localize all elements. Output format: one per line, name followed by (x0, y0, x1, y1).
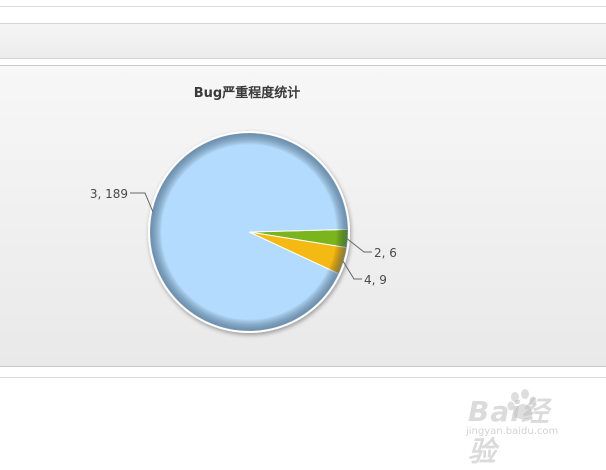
pie-rim-shade (150, 133, 348, 331)
watermark: Bai经验 jingyan.baidu.com (462, 388, 572, 468)
watermark-sub: jingyan.baidu.com (466, 426, 559, 437)
slice-label: 4, 9 (364, 273, 387, 287)
pie-chart: Bug严重程度统计 2, 6 4, 9 3, 189 (90, 85, 397, 333)
slice-label: 2, 6 (374, 246, 397, 260)
chart-title: Bug严重程度统计 (194, 85, 300, 101)
label-connector (130, 192, 154, 213)
slice-label: 3, 189 (90, 187, 128, 201)
label-connector (342, 260, 362, 280)
label-connector (346, 238, 372, 253)
